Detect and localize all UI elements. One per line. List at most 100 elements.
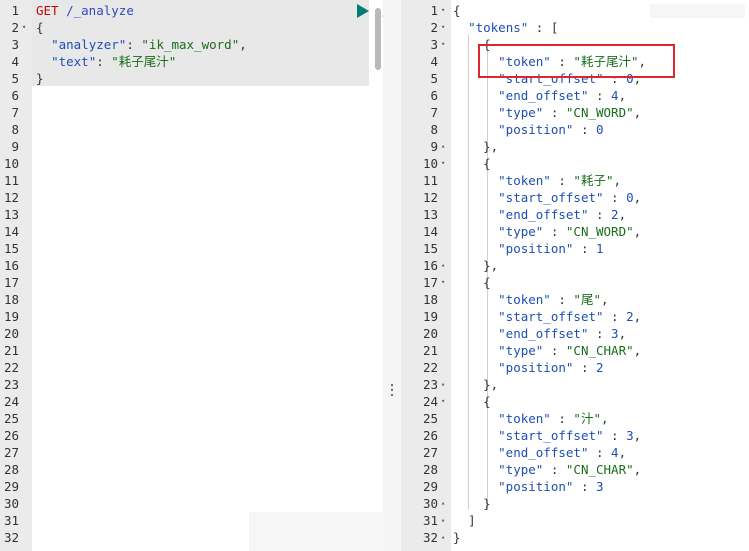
line-number: 8 [430,122,438,137]
code-line[interactable]: "text": "耗子尾汁" [36,53,176,70]
code-line: "position" : 0 [498,122,604,137]
json-key: "position" [498,479,574,494]
json-separator: : [96,54,112,69]
line-number: 17 [3,275,19,290]
json-punct: , [239,37,247,52]
fold-arrow-icon[interactable]: ▾ [441,274,445,291]
code-line: "end_offset" : 4, [498,445,627,460]
token-value: "汁" [573,411,601,426]
json-punct: : [ [528,20,559,35]
json-key: "position" [498,122,574,137]
json-brace: } [453,530,461,545]
code-line: { [483,37,491,52]
fold-arrow-icon[interactable]: ▾ [22,19,26,36]
line-number: 12 [422,190,438,205]
request-editor[interactable]: 1 2 3 4 5 6 7 8 9 10 11 12 13 14 15 16 17 18 19 20 21 22 23 24 2… [0,0,383,551]
json-key: "end_offset" [498,88,589,103]
json-key: "token" [498,292,551,307]
json-key: "start_offset" [498,309,604,324]
code-line: } [453,529,461,546]
line-number: 11 [422,173,438,188]
line-number: 7 [11,105,19,120]
start-offset-value: 0 [626,71,634,86]
line-number: 29 [422,479,438,494]
play-icon[interactable] [357,4,369,18]
fold-arrow-icon[interactable]: ▴ [441,495,445,512]
line-number: 12 [3,190,19,205]
position-value: 1 [596,241,604,256]
token-value: "尾" [573,292,601,307]
end-offset-value: 4 [611,445,619,460]
fold-arrow-icon[interactable]: ▴ [441,529,445,546]
line-number: 16 [3,258,19,273]
code-line: "position" : 1 [498,241,604,256]
line-number: 28 [3,462,19,477]
request-scrollbar[interactable] [375,8,381,70]
line-number: 4 [11,54,19,69]
line-number: 23 [422,377,438,392]
line-number: 20 [422,326,438,341]
json-key: "token" [498,173,551,188]
console-app: 1 2 3 4 5 6 7 8 9 10 11 12 13 14 15 16 17 18 19 20 21 22 23 24 2… [0,0,749,551]
line-number: 1 [430,3,438,18]
line-number: 20 [3,326,19,341]
drag-handle-icon[interactable] [390,384,394,400]
line-number: 17 [422,275,438,290]
line-number: 15 [3,241,19,256]
http-method: GET [36,3,59,18]
pane-resizer[interactable] [383,0,401,551]
fold-arrow-icon[interactable]: ▾ [441,36,445,53]
code-line[interactable]: { [36,19,44,36]
line-number: 23 [3,377,19,392]
line-number: 3 [11,37,19,52]
fold-arrow-icon[interactable]: ▴ [441,138,445,155]
line-number: 24 [422,394,438,409]
json-key: "end_offset" [498,326,589,341]
line-number: 13 [3,207,19,222]
type-value: "CN_WORD" [565,224,634,239]
line-number: 4 [430,54,438,69]
line-number: 10 [422,156,438,171]
response-viewer[interactable]: 1 2 3 4 5 6 7 8 9 10 11 12 13 14 15 16 17 18 19 20 21 22 23 24 2… [401,0,749,551]
line-number: 21 [422,343,438,358]
code-line[interactable]: "analyzer": "ik_max_word", [36,36,247,53]
start-offset-value: 2 [626,309,634,324]
line-number: 14 [3,224,19,239]
line-number: 19 [3,309,19,324]
line-number: 32 [422,530,438,545]
json-key: "type" [498,462,544,477]
fold-arrow-icon[interactable]: ▾ [441,393,445,410]
line-number: 15 [422,241,438,256]
json-key: "end_offset" [498,445,589,460]
request-code-area[interactable]: GET /_analyze{ "analyzer": "ik_max_word"… [32,0,383,551]
response-code-area: { "tokens" : [ { "token" : "耗子尾汁", "star… [451,0,749,551]
line-number: 31 [422,513,438,528]
line-number: 26 [422,428,438,443]
line-number: 11 [3,173,19,188]
position-value: 2 [596,360,604,375]
code-line[interactable]: } [36,70,44,87]
line-number: 9 [11,139,19,154]
line-number: 13 [422,207,438,222]
line-number: 22 [3,360,19,375]
fold-arrow-icon[interactable]: ▾ [441,19,445,36]
fold-arrow-icon[interactable]: ▾ [441,2,445,19]
code-line: "type" : "CN_WORD", [498,224,642,239]
line-number: 14 [422,224,438,239]
line-number: 29 [3,479,19,494]
position-value: 0 [596,122,604,137]
code-line: "token" : "尾", [498,292,609,307]
line-number: 30 [3,496,19,511]
line-number: 2 [11,20,19,35]
line-number: 5 [430,71,438,86]
code-line[interactable]: GET /_analyze [36,2,134,19]
fold-arrow-icon[interactable]: ▾ [441,155,445,172]
json-brace: { [453,3,461,18]
line-number: 10 [3,156,19,171]
code-line: { [483,275,491,290]
fold-arrow-icon[interactable]: ▴ [441,257,445,274]
fold-arrow-icon[interactable]: ▴ [441,512,445,529]
fold-arrow-icon[interactable]: ▴ [441,376,445,393]
line-number: 16 [422,258,438,273]
line-number: 27 [3,445,19,460]
